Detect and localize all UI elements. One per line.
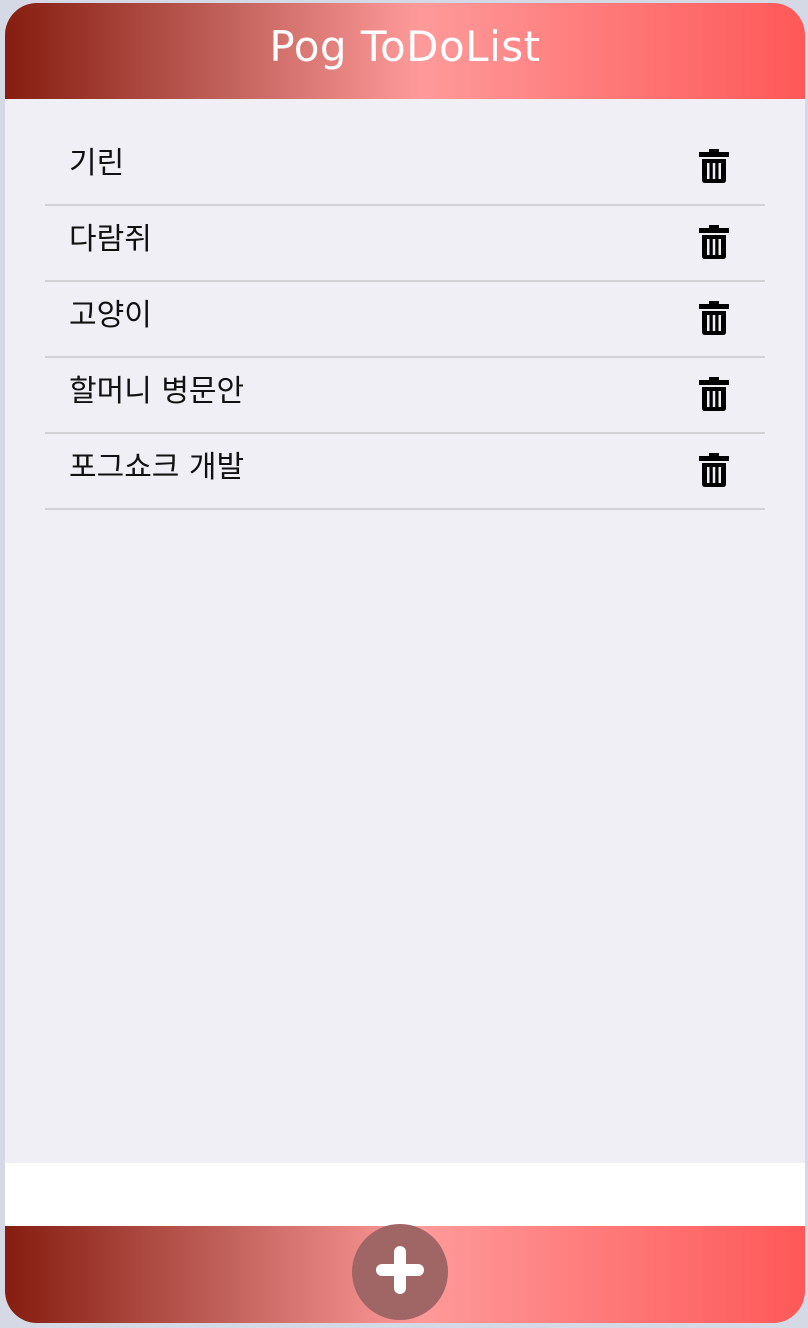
add-todo-button[interactable] [352, 1224, 448, 1320]
todo-item[interactable]: 포그쇼크 개발 [45, 434, 765, 510]
todo-item-text: 포그쇼크 개발 [69, 450, 245, 485]
todo-item[interactable]: 할머니 병문안 [45, 358, 765, 434]
todo-item[interactable]: 기린 [45, 130, 765, 206]
app-title: Pog ToDoList [269, 21, 541, 71]
todo-list: 기린 다람쥐 고양이 할머니 병문안 포그쇼크 개발 [45, 130, 765, 510]
todo-item-text: 기린 [69, 146, 125, 181]
plus-icon [374, 1244, 426, 1300]
trash-icon[interactable] [699, 453, 729, 487]
trash-icon[interactable] [699, 225, 729, 259]
todo-item[interactable]: 고양이 [45, 282, 765, 358]
todo-item-text: 다람쥐 [69, 222, 152, 257]
trash-icon[interactable] [699, 149, 729, 183]
todo-item[interactable]: 다람쥐 [45, 206, 765, 282]
trash-icon[interactable] [699, 377, 729, 411]
todo-item-text: 할머니 병문안 [69, 374, 245, 409]
todo-item-text: 고양이 [69, 298, 152, 333]
todo-app: Pog ToDoList 기린 다람쥐 고양이 할머니 병문안 포그쇼크 개발 [5, 3, 805, 1323]
trash-icon[interactable] [699, 301, 729, 335]
app-header: Pog ToDoList [5, 3, 805, 99]
new-todo-input[interactable] [5, 1163, 805, 1226]
